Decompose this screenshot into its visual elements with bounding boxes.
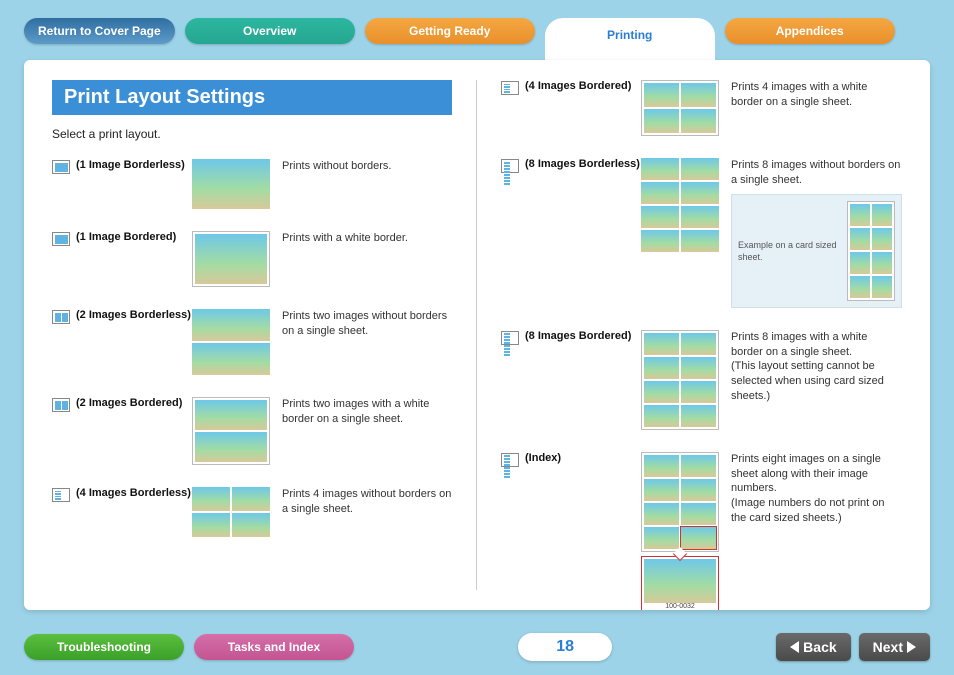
layout-desc: Prints 8 images with a white border on a…: [731, 330, 902, 404]
layout-desc: Prints eight images on a single sheet al…: [731, 452, 902, 526]
layout-icon-8b: [501, 331, 519, 345]
layout-desc: Prints two images without borders on a s…: [282, 309, 452, 339]
layout-label: (4 Images Bordered): [525, 80, 631, 92]
layout-preview: [192, 159, 270, 209]
index-caption: 100-0032: [644, 603, 716, 610]
next-button[interactable]: Next: [859, 633, 930, 661]
layout-desc: Prints without borders.: [282, 159, 452, 174]
layout-preview: [641, 80, 719, 136]
example-caption: Example on a card sized sheet.: [738, 239, 839, 263]
printing-tab-active[interactable]: Printing: [545, 18, 715, 60]
layout-icon-1b: [52, 232, 70, 246]
example-card-box: Example on a card sized sheet.: [731, 194, 902, 308]
layout-icon-2b: [52, 398, 70, 412]
layout-desc: Prints two images with a white border on…: [282, 397, 452, 427]
layout-row-8-borderless: (8 Images Borderless) Prints 8 images wi…: [501, 158, 902, 308]
layout-label: (2 Images Borderless): [76, 309, 191, 321]
index-enlarged: 100-0032: [641, 556, 719, 610]
layout-label: (Index): [525, 452, 561, 464]
layout-row-4-borderless: (4 Images Borderless) Prints 4 images wi…: [52, 487, 452, 537]
section-title: Print Layout Settings: [52, 80, 452, 115]
tasks-index-button[interactable]: Tasks and Index: [194, 634, 354, 660]
top-nav: Return to Cover Page Overview Getting Re…: [0, 0, 954, 60]
right-column: (4 Images Bordered) Prints 4 images with…: [477, 80, 902, 590]
layout-desc: Prints with a white border.: [282, 231, 452, 246]
layout-row-2-borderless: (2 Images Borderless) Prints two images …: [52, 309, 452, 375]
layout-preview: [641, 158, 719, 252]
layout-icon-1: [52, 160, 70, 174]
appendices-tab[interactable]: Appendices: [725, 18, 895, 44]
layout-label: (4 Images Borderless): [76, 487, 191, 499]
layout-desc: Prints 8 images without borders on a sin…: [731, 158, 902, 308]
overview-tab[interactable]: Overview: [185, 18, 355, 44]
layout-preview: [192, 487, 270, 537]
intro-text: Select a print layout.: [52, 127, 452, 141]
arrow-left-icon: [790, 641, 799, 653]
layout-row-2-bordered: (2 Images Bordered) Prints two images wi…: [52, 397, 452, 465]
layout-icon-8: [501, 159, 519, 173]
layout-row-8-bordered: (8 Images Bordered) Prints 8 images with…: [501, 330, 902, 430]
content-area: Print Layout Settings Select a print lay…: [24, 60, 930, 610]
layout-label: (1 Image Bordered): [76, 231, 176, 243]
layout-row-index: (Index) 100-0032 Prints eight images on …: [501, 452, 902, 610]
bottom-nav: Troubleshooting Tasks and Index 18 Back …: [24, 633, 930, 661]
return-cover-button[interactable]: Return to Cover Page: [24, 18, 175, 44]
layout-desc: Prints 4 images without borders on a sin…: [282, 487, 452, 517]
layout-desc: Prints 4 images with a white border on a…: [731, 80, 902, 110]
layout-icon-4b: [501, 81, 519, 95]
layout-preview: [641, 330, 719, 430]
layout-row-4-bordered: (4 Images Bordered) Prints 4 images with…: [501, 80, 902, 136]
arrow-right-icon: [907, 641, 916, 653]
layout-icon-index: [501, 453, 519, 467]
layout-row-1-borderless: (1 Image Borderless) Prints without bord…: [52, 159, 452, 209]
troubleshooting-button[interactable]: Troubleshooting: [24, 634, 184, 660]
back-button[interactable]: Back: [776, 633, 850, 661]
layout-label: (8 Images Bordered): [525, 330, 631, 342]
page-number: 18: [518, 633, 612, 661]
layout-row-1-bordered: (1 Image Bordered) Prints with a white b…: [52, 231, 452, 287]
left-column: Print Layout Settings Select a print lay…: [52, 80, 477, 590]
layout-label: (1 Image Borderless): [76, 159, 185, 171]
layout-icon-2: [52, 310, 70, 324]
layout-preview: [192, 309, 270, 375]
layout-icon-4: [52, 488, 70, 502]
layout-preview: [192, 231, 270, 287]
layout-label: (8 Images Borderless): [525, 158, 640, 170]
getting-ready-tab[interactable]: Getting Ready: [365, 18, 535, 44]
layout-label: (2 Images Bordered): [76, 397, 182, 409]
layout-preview: [192, 397, 270, 465]
layout-preview: [641, 452, 719, 552]
